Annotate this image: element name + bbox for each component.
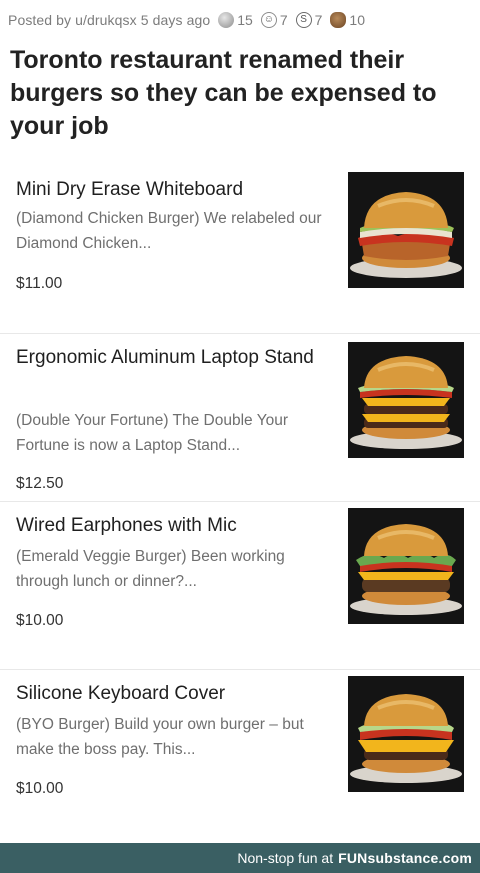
menu-item-description: (Diamond Chicken Burger) We relabeled ou… — [16, 210, 322, 252]
byo-burger-image[interactable] — [348, 676, 464, 792]
menu-item-name: Silicone Keyboard Cover — [16, 683, 226, 704]
award-count: 10 — [349, 12, 365, 28]
veggie-burger-image[interactable] — [348, 508, 464, 624]
menu-item-description: (BYO Burger) Build your own burger – but… — [16, 716, 304, 758]
helpful-award-icon: S — [295, 12, 312, 28]
menu-item[interactable]: Wired Earphones with Mic (Emerald Veggie… — [0, 502, 480, 670]
post-title[interactable]: Toronto restaurant renamed their burgers… — [10, 44, 470, 143]
burger-photo — [348, 508, 464, 624]
post-header: Posted by u/drukqsx 5 days ago 15 ☺ 7 S … — [8, 8, 472, 32]
menu-item[interactable]: Ergonomic Aluminum Laptop Stand (Double … — [0, 334, 480, 502]
footer-text: Non-stop fun at — [237, 850, 334, 866]
menu-item-price: $10.00 — [16, 612, 64, 629]
menu-item[interactable]: Silicone Keyboard Cover (BYO Burger) Bui… — [0, 670, 480, 838]
footer-brand[interactable]: FUNsubstance.com — [338, 850, 472, 866]
menu-item-price: $12.50 — [16, 475, 64, 492]
award-silver[interactable]: 15 — [218, 12, 253, 28]
poop-award-icon — [330, 12, 347, 28]
award-count: 15 — [237, 12, 253, 28]
chicken-burger-image[interactable] — [348, 172, 464, 288]
silver-award-icon — [218, 12, 235, 28]
award-helpful[interactable]: S 7 — [295, 12, 323, 28]
wholesome-award-icon: ☺ — [260, 12, 277, 28]
award-wholesome[interactable]: ☺ 7 — [260, 12, 288, 28]
double-burger-image[interactable] — [348, 342, 464, 458]
menu-item-price: $10.00 — [16, 780, 64, 797]
watermark-footer: Non-stop fun at FUNsubstance.com — [0, 843, 480, 873]
award-count: 7 — [279, 12, 288, 28]
menu-item-description: (Double Your Fortune) The Double Your Fo… — [16, 412, 289, 454]
menu-item-name: Ergonomic Aluminum Laptop Stand — [16, 347, 314, 368]
menu-item-price: $11.00 — [16, 275, 63, 292]
burger-photo — [348, 342, 464, 458]
menu-item-name: Mini Dry Erase Whiteboard — [16, 179, 244, 200]
post-meta[interactable]: Posted by u/drukqsx 5 days ago — [8, 12, 210, 28]
burger-photo — [348, 676, 464, 792]
award-count: 7 — [314, 12, 323, 28]
menu-item-name: Wired Earphones with Mic — [16, 515, 237, 536]
burger-photo — [348, 172, 464, 288]
menu-item[interactable]: Mini Dry Erase Whiteboard (Diamond Chick… — [0, 166, 480, 334]
award-poop[interactable]: 10 — [330, 12, 365, 28]
menu-list: Mini Dry Erase Whiteboard (Diamond Chick… — [0, 166, 480, 838]
menu-item-description: (Emerald Veggie Burger) Been working thr… — [16, 548, 285, 590]
